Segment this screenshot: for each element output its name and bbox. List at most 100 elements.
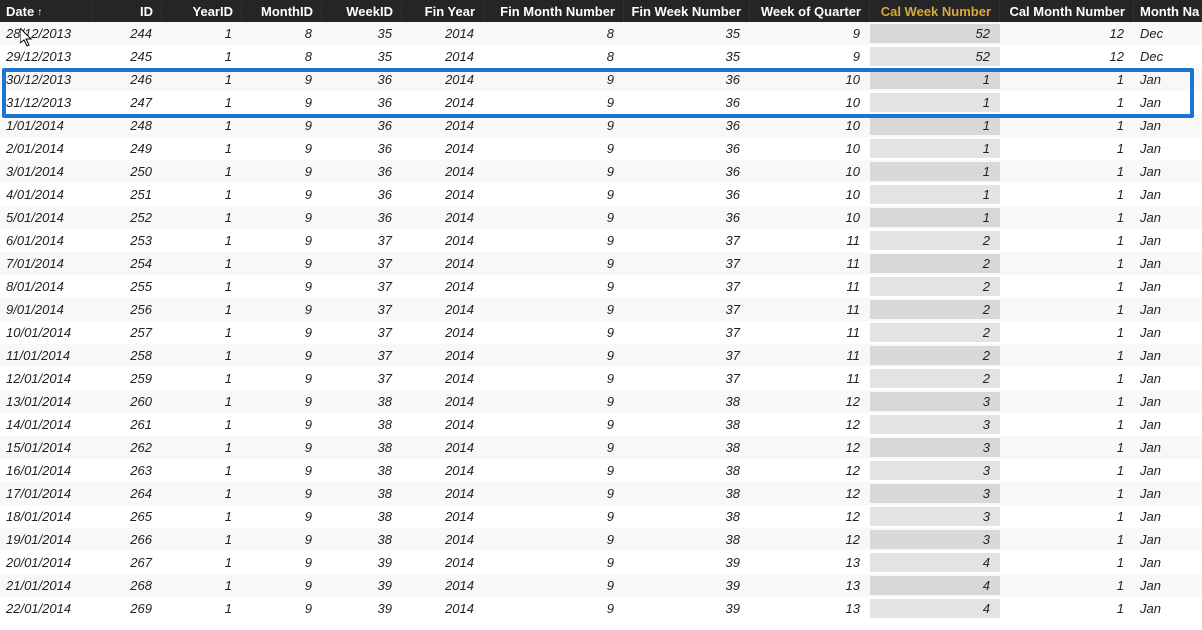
cell-fweek[interactable]: 35 [624, 24, 750, 43]
cell-fweek[interactable]: 38 [624, 438, 750, 457]
column-header-date[interactable]: Date↑ [0, 1, 92, 22]
cell-cwn[interactable]: 2 [870, 231, 1000, 250]
cell-weekid[interactable]: 37 [322, 254, 402, 273]
cell-fweek[interactable]: 38 [624, 461, 750, 480]
cell-cmn[interactable]: 1 [1000, 254, 1134, 273]
cell-fyear[interactable]: 2014 [402, 300, 484, 319]
cell-id[interactable]: 268 [92, 576, 162, 595]
cell-monthid[interactable]: 9 [242, 507, 322, 526]
cell-yearid[interactable]: 1 [162, 369, 242, 388]
cell-monthid[interactable]: 9 [242, 530, 322, 549]
cell-woq[interactable]: 12 [750, 461, 870, 480]
cell-fmonth[interactable]: 9 [484, 93, 624, 112]
cell-weekid[interactable]: 36 [322, 93, 402, 112]
cell-fweek[interactable]: 39 [624, 553, 750, 572]
cell-weekid[interactable]: 36 [322, 208, 402, 227]
table-row[interactable]: 3/01/2014250193620149361011Jan [0, 160, 1202, 183]
cell-monthid[interactable]: 9 [242, 576, 322, 595]
table-row[interactable]: 11/01/2014258193720149371121Jan [0, 344, 1202, 367]
cell-cmn[interactable]: 1 [1000, 438, 1134, 457]
cell-id[interactable]: 266 [92, 530, 162, 549]
cell-woq[interactable]: 10 [750, 116, 870, 135]
cell-cwn[interactable]: 4 [870, 576, 1000, 595]
cell-fyear[interactable]: 2014 [402, 323, 484, 342]
cell-mname[interactable]: Jan [1134, 208, 1202, 227]
cell-id[interactable]: 254 [92, 254, 162, 273]
cell-mname[interactable]: Jan [1134, 507, 1202, 526]
cell-monthid[interactable]: 9 [242, 599, 322, 618]
table-row[interactable]: 16/01/2014263193820149381231Jan [0, 459, 1202, 482]
cell-id[interactable]: 259 [92, 369, 162, 388]
cell-mname[interactable]: Jan [1134, 530, 1202, 549]
cell-yearid[interactable]: 1 [162, 254, 242, 273]
cell-monthid[interactable]: 9 [242, 438, 322, 457]
column-header-mname[interactable]: Month Na [1134, 1, 1202, 22]
cell-fmonth[interactable]: 9 [484, 415, 624, 434]
cell-monthid[interactable]: 9 [242, 162, 322, 181]
cell-fmonth[interactable]: 9 [484, 70, 624, 89]
column-header-yearid[interactable]: YearID [162, 1, 242, 22]
cell-fmonth[interactable]: 9 [484, 254, 624, 273]
cell-cwn[interactable]: 1 [870, 93, 1000, 112]
cell-cmn[interactable]: 1 [1000, 553, 1134, 572]
cell-mname[interactable]: Jan [1134, 369, 1202, 388]
cell-weekid[interactable]: 39 [322, 553, 402, 572]
cell-cmn[interactable]: 1 [1000, 323, 1134, 342]
cell-fmonth[interactable]: 9 [484, 553, 624, 572]
cell-mname[interactable]: Jan [1134, 70, 1202, 89]
cell-fmonth[interactable]: 9 [484, 369, 624, 388]
cell-cwn[interactable]: 1 [870, 185, 1000, 204]
cell-date[interactable]: 6/01/2014 [0, 231, 92, 250]
cell-cwn[interactable]: 3 [870, 507, 1000, 526]
cell-fyear[interactable]: 2014 [402, 162, 484, 181]
cell-cwn[interactable]: 2 [870, 254, 1000, 273]
cell-cmn[interactable]: 1 [1000, 162, 1134, 181]
cell-date[interactable]: 3/01/2014 [0, 162, 92, 181]
cell-fyear[interactable]: 2014 [402, 438, 484, 457]
cell-yearid[interactable]: 1 [162, 185, 242, 204]
cell-id[interactable]: 253 [92, 231, 162, 250]
cell-date[interactable]: 16/01/2014 [0, 461, 92, 480]
cell-id[interactable]: 245 [92, 47, 162, 66]
cell-cwn[interactable]: 3 [870, 530, 1000, 549]
cell-weekid[interactable]: 38 [322, 530, 402, 549]
cell-woq[interactable]: 10 [750, 70, 870, 89]
cell-date[interactable]: 7/01/2014 [0, 254, 92, 273]
cell-yearid[interactable]: 1 [162, 484, 242, 503]
table-row[interactable]: 18/01/2014265193820149381231Jan [0, 505, 1202, 528]
cell-id[interactable]: 264 [92, 484, 162, 503]
cell-date[interactable]: 20/01/2014 [0, 553, 92, 572]
table-row[interactable]: 20/01/2014267193920149391341Jan [0, 551, 1202, 574]
cell-cmn[interactable]: 1 [1000, 93, 1134, 112]
cell-yearid[interactable]: 1 [162, 139, 242, 158]
cell-cmn[interactable]: 1 [1000, 116, 1134, 135]
table-row[interactable]: 6/01/2014253193720149371121Jan [0, 229, 1202, 252]
cell-monthid[interactable]: 9 [242, 461, 322, 480]
cell-monthid[interactable]: 9 [242, 277, 322, 296]
cell-cwn[interactable]: 4 [870, 553, 1000, 572]
cell-monthid[interactable]: 9 [242, 116, 322, 135]
cell-cmn[interactable]: 12 [1000, 47, 1134, 66]
column-header-woq[interactable]: Week of Quarter [750, 1, 870, 22]
cell-date[interactable]: 22/01/2014 [0, 599, 92, 618]
cell-yearid[interactable]: 1 [162, 507, 242, 526]
cell-fweek[interactable]: 36 [624, 162, 750, 181]
column-header-fmonth[interactable]: Fin Month Number [484, 1, 624, 22]
cell-fmonth[interactable]: 9 [484, 116, 624, 135]
cell-fmonth[interactable]: 9 [484, 346, 624, 365]
cell-monthid[interactable]: 9 [242, 300, 322, 319]
cell-id[interactable]: 251 [92, 185, 162, 204]
cell-woq[interactable]: 10 [750, 208, 870, 227]
cell-yearid[interactable]: 1 [162, 208, 242, 227]
table-row[interactable]: 5/01/2014252193620149361011Jan [0, 206, 1202, 229]
cell-mname[interactable]: Jan [1134, 116, 1202, 135]
cell-cwn[interactable]: 3 [870, 438, 1000, 457]
cell-mname[interactable]: Dec [1134, 47, 1202, 66]
table-row[interactable]: 19/01/2014266193820149381231Jan [0, 528, 1202, 551]
cell-fweek[interactable]: 38 [624, 507, 750, 526]
cell-id[interactable]: 258 [92, 346, 162, 365]
table-row[interactable]: 10/01/2014257193720149371121Jan [0, 321, 1202, 344]
cell-fyear[interactable]: 2014 [402, 369, 484, 388]
cell-cwn[interactable]: 2 [870, 300, 1000, 319]
cell-yearid[interactable]: 1 [162, 346, 242, 365]
